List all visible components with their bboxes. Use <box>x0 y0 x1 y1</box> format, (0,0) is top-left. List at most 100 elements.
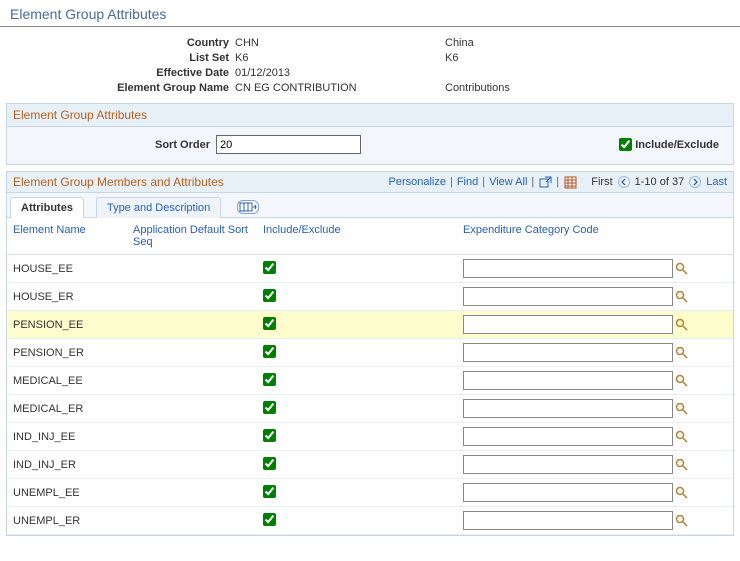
exp-cat-input[interactable] <box>463 427 673 446</box>
sort-order-input[interactable] <box>216 135 361 154</box>
page-title: Element Group Attributes <box>0 0 740 27</box>
col-app-default-sort[interactable]: Application Default Sort Seq <box>127 218 257 255</box>
view-all-link[interactable]: View All <box>489 176 527 188</box>
eg-name-desc: Contributions <box>445 82 510 94</box>
cell-exp-cat <box>457 367 733 395</box>
nav-next-icon[interactable] <box>688 175 702 189</box>
row-include-checkbox[interactable] <box>263 457 276 470</box>
lookup-icon[interactable] <box>675 318 689 332</box>
show-all-columns-icon[interactable] <box>237 200 259 214</box>
cell-include-exclude <box>257 283 457 311</box>
table-row: IND_INJ_EE <box>7 423 733 451</box>
cell-exp-cat <box>457 255 733 283</box>
exp-cat-input[interactable] <box>463 511 673 530</box>
eg-name-value: CN EG CONTRIBUTION <box>235 82 445 94</box>
cell-sort-seq <box>127 451 257 479</box>
col-exp-cat-code[interactable]: Expenditure Category Code <box>457 218 733 255</box>
lookup-icon[interactable] <box>675 514 689 528</box>
table-row: PENSION_ER <box>7 339 733 367</box>
lookup-icon[interactable] <box>675 486 689 500</box>
cell-element-name: HOUSE_EE <box>7 255 127 283</box>
eg-name-label: Element Group Name <box>10 82 235 94</box>
nav-last[interactable]: Last <box>706 176 727 188</box>
nav-range: 1-10 of 37 <box>635 176 685 188</box>
exp-cat-input[interactable] <box>463 399 673 418</box>
cell-include-exclude <box>257 423 457 451</box>
exp-cat-input[interactable] <box>463 343 673 362</box>
tab-attributes[interactable]: Attributes <box>10 197 84 218</box>
grid-title: Element Group Members and Attributes <box>13 175 224 189</box>
cell-element-name: PENSION_EE <box>7 311 127 339</box>
row-include-checkbox[interactable] <box>263 485 276 498</box>
lookup-icon[interactable] <box>675 374 689 388</box>
exp-cat-input[interactable] <box>463 259 673 278</box>
cell-element-name: MEDICAL_EE <box>7 367 127 395</box>
col-element-name[interactable]: Element Name <box>7 218 127 255</box>
effdate-value: 01/12/2013 <box>235 67 445 79</box>
exp-cat-input[interactable] <box>463 483 673 502</box>
cell-element-name: MEDICAL_ER <box>7 395 127 423</box>
cell-sort-seq <box>127 367 257 395</box>
table-row: PENSION_EE <box>7 311 733 339</box>
row-include-checkbox[interactable] <box>263 345 276 358</box>
cell-exp-cat <box>457 283 733 311</box>
lookup-icon[interactable] <box>675 346 689 360</box>
exp-cat-input[interactable] <box>463 455 673 474</box>
header-fields: Country CHN China List Set K6 K6 Effecti… <box>0 27 740 103</box>
cell-exp-cat <box>457 423 733 451</box>
find-link[interactable]: Find <box>457 176 478 188</box>
nav-first[interactable]: First <box>591 176 612 188</box>
cell-sort-seq <box>127 283 257 311</box>
include-exclude-label: Include/Exclude <box>635 139 719 151</box>
table-row: UNEMPL_EE <box>7 479 733 507</box>
personalize-link[interactable]: Personalize <box>388 176 445 188</box>
cell-element-name: IND_INJ_EE <box>7 423 127 451</box>
zoom-popup-icon[interactable] <box>538 175 552 189</box>
cell-exp-cat <box>457 451 733 479</box>
listset-label: List Set <box>10 52 235 64</box>
row-include-checkbox[interactable] <box>263 317 276 330</box>
country-label: Country <box>10 37 235 49</box>
tab-type-description[interactable]: Type and Description <box>96 197 221 218</box>
nav-prev-icon[interactable] <box>617 175 631 189</box>
cell-sort-seq <box>127 507 257 535</box>
row-include-checkbox[interactable] <box>263 401 276 414</box>
cell-exp-cat <box>457 395 733 423</box>
cell-sort-seq <box>127 339 257 367</box>
exp-cat-input[interactable] <box>463 315 673 334</box>
cell-sort-seq <box>127 395 257 423</box>
lookup-icon[interactable] <box>675 402 689 416</box>
table-row: HOUSE_EE <box>7 255 733 283</box>
row-include-checkbox[interactable] <box>263 429 276 442</box>
row-include-checkbox[interactable] <box>263 261 276 274</box>
cell-element-name: UNEMPL_EE <box>7 479 127 507</box>
cell-include-exclude <box>257 255 457 283</box>
cell-sort-seq <box>127 479 257 507</box>
col-include-exclude[interactable]: Include/Exclude <box>257 218 457 255</box>
table-row: MEDICAL_ER <box>7 395 733 423</box>
exp-cat-input[interactable] <box>463 287 673 306</box>
row-include-checkbox[interactable] <box>263 289 276 302</box>
cell-sort-seq <box>127 311 257 339</box>
effdate-label: Effective Date <box>10 67 235 79</box>
listset-code: K6 <box>235 52 445 64</box>
cell-exp-cat <box>457 507 733 535</box>
exp-cat-input[interactable] <box>463 371 673 390</box>
cell-sort-seq <box>127 255 257 283</box>
lookup-icon[interactable] <box>675 458 689 472</box>
row-include-checkbox[interactable] <box>263 373 276 386</box>
cell-element-name: HOUSE_ER <box>7 283 127 311</box>
row-include-checkbox[interactable] <box>263 513 276 526</box>
cell-include-exclude <box>257 479 457 507</box>
cell-include-exclude <box>257 339 457 367</box>
lookup-icon[interactable] <box>675 262 689 276</box>
sort-order-label: Sort Order <box>13 139 216 151</box>
include-exclude-checkbox[interactable] <box>619 138 632 151</box>
lookup-icon[interactable] <box>675 290 689 304</box>
lookup-icon[interactable] <box>675 430 689 444</box>
data-grid: Element Name Application Default Sort Se… <box>7 218 733 535</box>
tab-row: Attributes Type and Description <box>7 193 733 218</box>
groupbox-element-group-attributes: Element Group Attributes Sort Order Incl… <box>6 103 734 165</box>
cell-include-exclude <box>257 451 457 479</box>
download-spreadsheet-icon[interactable] <box>563 175 577 189</box>
